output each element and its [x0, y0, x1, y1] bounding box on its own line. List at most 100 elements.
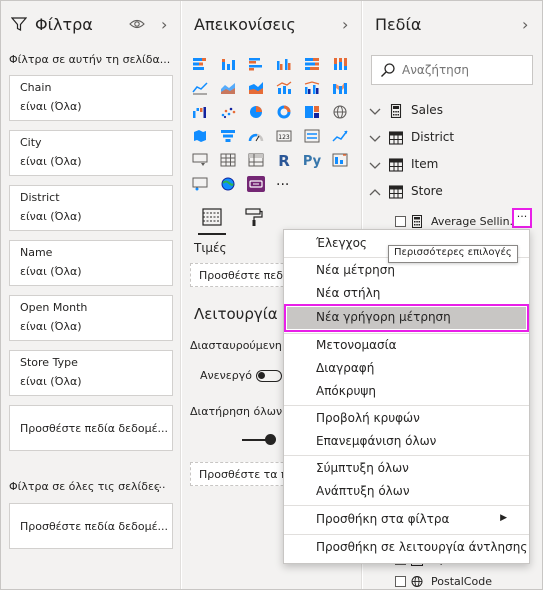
scatter-chart-icon[interactable]: [220, 105, 236, 119]
collapse-visualizations-chevron-icon[interactable]: ›: [342, 15, 348, 34]
globe-icon: [411, 576, 423, 587]
fields-title: Πεδία: [375, 15, 422, 34]
menu-item-hide[interactable]: Απόκρυψη: [284, 381, 529, 403]
menu-item-new-column[interactable]: Νέα στήλη: [284, 283, 529, 305]
waterfall-chart-icon[interactable]: [192, 105, 208, 119]
filter-card-store-type[interactable]: Store Type είναι (Όλα): [9, 350, 173, 396]
chevron-down-icon[interactable]: [369, 159, 381, 171]
calculator-icon: [390, 104, 402, 118]
donut-chart-icon[interactable]: [276, 105, 292, 119]
100-stacked-column-chart-icon[interactable]: [332, 57, 348, 71]
matrix-icon[interactable]: [248, 153, 264, 167]
filter-card-value: είναι (Όλα): [20, 375, 82, 388]
field-row-postalcode[interactable]: PostalCode: [395, 574, 535, 590]
funnel-chart-icon[interactable]: [220, 129, 236, 143]
kpi-icon[interactable]: [332, 129, 348, 143]
menu-item-view-hidden[interactable]: Προβολή κρυφών: [284, 408, 529, 430]
search-icon: [381, 63, 395, 77]
filter-card-name-field[interactable]: Name είναι (Όλα): [9, 240, 173, 286]
table-name: Sales: [411, 103, 443, 117]
gauge-icon[interactable]: [248, 129, 264, 143]
slicer-icon[interactable]: [192, 153, 208, 167]
table-row-item[interactable]: Item: [369, 157, 539, 179]
filter-card-value: είναι (Όλα): [20, 155, 82, 168]
clustered-column-chart-icon[interactable]: [276, 57, 292, 71]
filter-card-value: είναι (Όλα): [20, 210, 82, 223]
menu-item-rename[interactable]: Μετονομασία: [284, 335, 529, 357]
treemap-icon[interactable]: [304, 105, 320, 119]
more-options-button[interactable]: ···: [512, 208, 532, 228]
menu-item-delete[interactable]: Διαγραφή: [284, 358, 529, 380]
values-label: Τιμές: [194, 241, 227, 255]
r-script-visual-icon[interactable]: R: [276, 151, 292, 169]
svg-text:123: 123: [278, 134, 290, 141]
menu-item-new-quick-measure[interactable]: Νέα γρήγορη μέτρηση: [284, 304, 529, 332]
menu-item-add-to-drillthrough[interactable]: Προσθήκη σε λειτουργία άντλησης: [284, 537, 529, 559]
chevron-down-icon[interactable]: [369, 132, 381, 144]
fields-well-tab-icon[interactable]: [198, 207, 226, 235]
line-and-column-chart-icon[interactable]: [276, 81, 292, 95]
area-chart-icon[interactable]: [220, 81, 236, 95]
menu-item-collapse-all[interactable]: Σύμπτυξη όλων: [284, 458, 529, 480]
table-row-sales[interactable]: Sales: [369, 103, 539, 125]
menu-separator: [284, 455, 529, 456]
arcgis-map-icon[interactable]: [220, 177, 236, 191]
table-icon: [389, 131, 403, 145]
power-apps-visual-icon[interactable]: [246, 175, 266, 193]
filter-card-district[interactable]: District είναι (Όλα): [9, 185, 173, 231]
collapse-filters-chevron-icon[interactable]: ›: [161, 15, 167, 34]
menu-item-expand-all[interactable]: Ανάπτυξη όλων: [284, 481, 529, 503]
svg-text:Py: Py: [303, 154, 322, 169]
table-row-district[interactable]: District: [369, 130, 539, 152]
eye-icon[interactable]: [129, 17, 145, 31]
chevron-down-icon[interactable]: [369, 105, 381, 117]
field-checkbox[interactable]: [395, 576, 406, 587]
format-paint-roller-icon[interactable]: [244, 207, 264, 227]
keep-all-filters-label: Διατήρηση όλων: [190, 405, 283, 418]
chevron-up-icon[interactable]: [369, 186, 381, 198]
table-row-store[interactable]: Store: [369, 184, 539, 206]
funnel-icon: [11, 17, 27, 31]
collapse-fields-chevron-icon[interactable]: ›: [522, 15, 528, 34]
python-visual-icon[interactable]: Py: [302, 151, 322, 169]
menu-item-unhide-all[interactable]: Επανεμφάνιση όλων: [284, 431, 529, 453]
fields-search-input[interactable]: [402, 61, 527, 79]
filter-card-value: είναι (Όλα): [20, 265, 82, 278]
map-globe-icon[interactable]: [332, 105, 348, 119]
key-influencers-icon[interactable]: [332, 153, 348, 167]
100-stacked-bar-chart-icon[interactable]: [304, 57, 320, 71]
card-icon[interactable]: 123: [276, 129, 292, 143]
menu-separator: [284, 534, 529, 535]
menu-item-new-measure[interactable]: Νέα μέτρηση: [284, 260, 529, 282]
clustered-bar-chart-icon[interactable]: [248, 57, 264, 71]
line-chart-icon[interactable]: [192, 81, 208, 95]
stacked-area-chart-icon[interactable]: [248, 81, 264, 95]
add-all-pages-filter-fields-well[interactable]: Προσθέστε πεδία δεδομέ...: [9, 503, 173, 549]
filter-card-city[interactable]: City είναι (Όλα): [9, 130, 173, 176]
field-checkbox[interactable]: [395, 216, 406, 227]
line-and-clustered-column-chart-icon[interactable]: [304, 81, 320, 95]
filter-card-open-month[interactable]: Open Month είναι (Όλα): [9, 295, 173, 341]
table-visual-icon[interactable]: [220, 153, 236, 167]
cross-report-toggle[interactable]: [256, 370, 282, 382]
off-label: Ανενεργό: [200, 369, 252, 382]
more-visuals-icon[interactable]: ...: [276, 173, 289, 189]
decomposition-tree-icon[interactable]: [192, 177, 208, 191]
filter-card-name: Name: [20, 246, 53, 259]
pie-chart-icon[interactable]: [248, 105, 264, 119]
menu-item-add-to-filters[interactable]: Προσθήκη στα φίλτρα ▶: [284, 509, 529, 531]
fields-search-box[interactable]: [371, 55, 533, 85]
add-fields-label: Προσθέστε πεδία δεδομέ...: [20, 422, 169, 435]
add-fields-label: Προσθέστε πεδία δεδομέ...: [20, 520, 169, 533]
add-page-filter-fields-well[interactable]: Προσθέστε πεδία δεδομέ...: [9, 405, 173, 451]
filters-page-section-label: Φίλτρα σε αυτήν τη σελίδα...: [9, 53, 171, 66]
filter-card-chain[interactable]: Chain είναι (Όλα): [9, 75, 173, 121]
stacked-bar-chart-icon[interactable]: [192, 57, 208, 71]
all-pages-more-icon[interactable]: ...: [155, 478, 166, 491]
filled-map-icon[interactable]: [192, 129, 208, 143]
keep-all-filters-toggle[interactable]: [242, 434, 276, 445]
stacked-column-chart-icon[interactable]: [220, 57, 236, 71]
multi-row-card-icon[interactable]: [304, 129, 320, 143]
ribbon-chart-icon[interactable]: [332, 81, 348, 95]
more-options-tooltip: Περισσότερες επιλογές: [388, 245, 518, 263]
